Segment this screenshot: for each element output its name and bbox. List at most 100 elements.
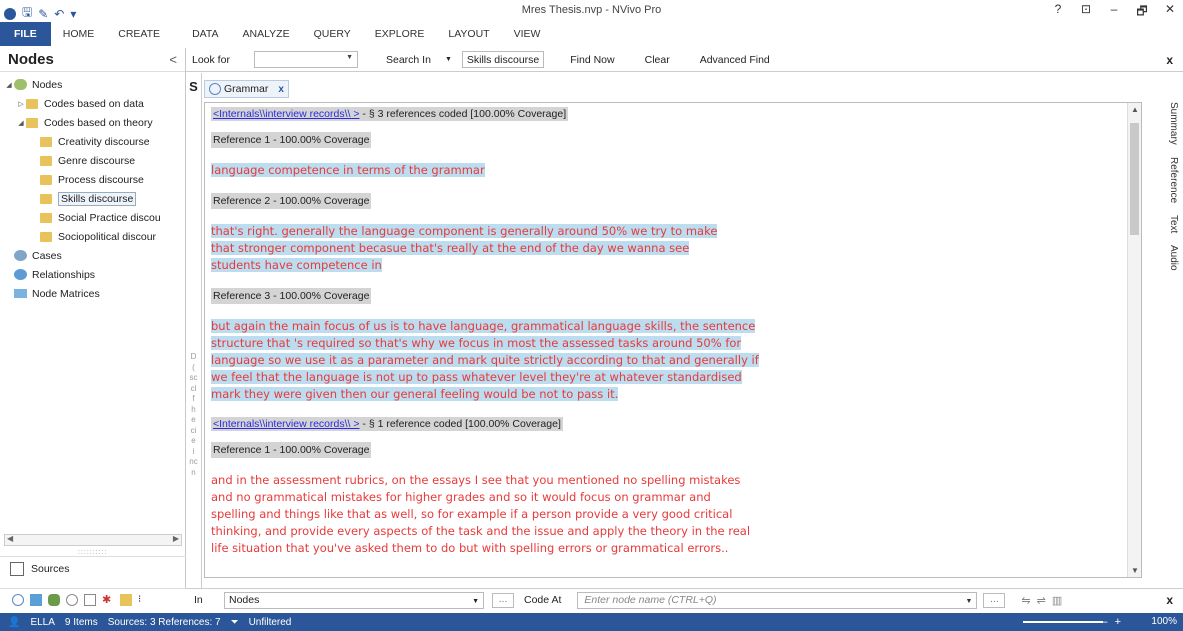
dropdown-arrow-icon[interactable]: ▼ bbox=[965, 594, 972, 609]
content-vertical-scrollbar[interactable]: ▲ ▼ bbox=[1127, 103, 1141, 577]
dropdown-arrow-icon[interactable]: ▼ bbox=[346, 54, 353, 61]
close-find-bar-button[interactable]: x bbox=[1166, 53, 1173, 67]
source-link[interactable]: <Internals\\interview records\\ > bbox=[213, 108, 359, 120]
tab-file[interactable]: FILE bbox=[0, 22, 51, 46]
more-icon[interactable]: ⁝ bbox=[138, 594, 150, 606]
zoom-controls[interactable]: – + bbox=[1101, 616, 1123, 628]
filter-icon[interactable]: ⏷ bbox=[231, 617, 239, 628]
report-icon[interactable] bbox=[84, 594, 96, 606]
tree-item-codes-based-on-data[interactable]: ▷ Codes based on data bbox=[0, 94, 185, 113]
tab-summary[interactable]: Summary bbox=[1168, 102, 1179, 145]
snowflake-icon[interactable]: ✱ bbox=[102, 594, 114, 606]
query-icon[interactable] bbox=[66, 594, 78, 606]
coded-text: and in the assessment rubrics, on the es… bbox=[211, 473, 751, 555]
scroll-down-icon[interactable]: ▼ bbox=[1131, 566, 1139, 575]
detail-tab-grammar[interactable]: Grammar x bbox=[204, 80, 289, 98]
scroll-left-icon[interactable]: ◀ bbox=[7, 534, 13, 543]
zoom-level: 100% bbox=[1151, 616, 1177, 627]
list-column-header[interactable]: S bbox=[186, 79, 201, 94]
tab-query[interactable]: QUERY bbox=[302, 22, 363, 46]
sources-icon bbox=[10, 561, 24, 576]
grid-icon[interactable] bbox=[30, 594, 42, 606]
coded-passage[interactable]: language competence in terms of the gram… bbox=[211, 162, 1131, 179]
save-icon[interactable]: 🖫 bbox=[22, 3, 32, 24]
tab-explore[interactable]: EXPLORE bbox=[363, 22, 437, 46]
tab-data[interactable]: DATA bbox=[180, 22, 230, 46]
minimize-button[interactable]: – bbox=[1107, 2, 1121, 23]
tab-home[interactable]: HOME bbox=[51, 22, 107, 46]
tree-item-creativity-discourse[interactable]: Creativity discourse bbox=[0, 132, 185, 151]
scroll-up-icon[interactable]: ▲ bbox=[1131, 105, 1139, 114]
nav-quick-icons: ✱ ⁝ bbox=[0, 588, 186, 611]
restore-button[interactable]: 🗗 bbox=[1135, 2, 1149, 23]
tab-reference[interactable]: Reference bbox=[1168, 157, 1179, 203]
browse-in-button[interactable]: ... bbox=[492, 592, 514, 608]
code-icon[interactable]: ⇋ bbox=[1021, 594, 1030, 607]
close-tab-icon[interactable]: x bbox=[278, 84, 284, 95]
edit-icon[interactable]: ✎ bbox=[38, 7, 48, 21]
tree-item-genre-discourse[interactable]: Genre discourse bbox=[0, 151, 185, 170]
nodes-icon bbox=[14, 79, 27, 90]
leaf-icon[interactable] bbox=[48, 594, 60, 606]
coding-bar: In Nodes ▼ ... Code At Enter node name (C… bbox=[186, 588, 1183, 611]
tree-item-skills-discourse[interactable]: Skills discourse bbox=[0, 189, 185, 208]
in-nodes-select[interactable]: Nodes ▼ bbox=[224, 591, 484, 609]
coded-passage[interactable]: and in the assessment rubrics, on the es… bbox=[211, 472, 751, 557]
source-summary: - § 3 references coded [100.00% Coverage… bbox=[362, 108, 567, 120]
tree-item-codes-based-on-theory[interactable]: ◢ Codes based on theory bbox=[0, 113, 185, 132]
tree-item-process-discourse[interactable]: Process discourse bbox=[0, 170, 185, 189]
undo-icon[interactable]: ↶ bbox=[54, 7, 64, 21]
nav-resize-grip[interactable]: :::::::::: bbox=[78, 549, 107, 556]
tab-audio[interactable]: Audio bbox=[1168, 245, 1179, 271]
expand-icon[interactable]: ◢ bbox=[16, 119, 26, 127]
tree-item-relationships[interactable]: Relationships bbox=[0, 265, 185, 284]
zoom-slider[interactable] bbox=[1023, 621, 1103, 623]
tab-text[interactable]: Text bbox=[1168, 215, 1179, 233]
tab-create[interactable]: CREATE bbox=[106, 22, 172, 46]
expand-icon[interactable]: ◢ bbox=[4, 81, 14, 89]
filter-status[interactable]: Unfiltered bbox=[249, 617, 292, 628]
tree-item-sociopolitical-discourse[interactable]: Sociopolitical discour bbox=[0, 227, 185, 246]
search-in-dropdown-icon[interactable]: ▼ bbox=[445, 56, 452, 63]
tab-layout[interactable]: LAYOUT bbox=[436, 22, 501, 46]
dropdown-arrow-icon[interactable]: ▼ bbox=[472, 594, 479, 609]
node-name-input[interactable]: Enter node name (CTRL+Q) ▼ bbox=[577, 591, 978, 609]
highlight-icon[interactable]: ▥ bbox=[1052, 594, 1062, 607]
tree-item-cases[interactable]: Cases bbox=[0, 246, 185, 265]
scrollbar-thumb[interactable] bbox=[1130, 123, 1139, 235]
ribbon-display-button[interactable]: ⊡ bbox=[1079, 2, 1093, 23]
scroll-right-icon[interactable]: ▶ bbox=[173, 534, 179, 543]
nav-sources-button[interactable]: Sources bbox=[0, 556, 186, 580]
coded-passage[interactable]: that's right. generally the language com… bbox=[211, 223, 741, 274]
tree-item-label: Process discourse bbox=[58, 173, 144, 186]
collapse-nav-icon[interactable]: < bbox=[169, 52, 177, 67]
coded-passage[interactable]: but again the main focus of us is to hav… bbox=[211, 318, 759, 403]
expand-icon[interactable]: ▷ bbox=[16, 100, 26, 108]
tree-item-node-matrices[interactable]: Node Matrices bbox=[0, 284, 185, 303]
tab-view[interactable]: VIEW bbox=[502, 22, 553, 46]
customize-qat-icon[interactable]: ▾ bbox=[70, 7, 76, 21]
tab-analyze[interactable]: ANALYZE bbox=[231, 22, 302, 46]
folder-icon bbox=[40, 231, 52, 242]
find-now-button[interactable]: Find Now bbox=[570, 54, 614, 66]
browse-code-button[interactable]: ... bbox=[983, 592, 1006, 608]
source-link[interactable]: <Internals\\interview records\\ > bbox=[213, 418, 359, 430]
close-window-button[interactable]: ✕ bbox=[1163, 2, 1177, 23]
node-circle-icon[interactable] bbox=[12, 594, 24, 606]
advanced-find-button[interactable]: Advanced Find bbox=[700, 54, 770, 66]
look-for-input[interactable]: ▼ bbox=[254, 51, 358, 68]
tree-item-social-practice-discourse[interactable]: Social Practice discou bbox=[0, 208, 185, 227]
matrices-icon bbox=[14, 289, 27, 298]
source-summary: - § 1 reference coded [100.00% Coverage] bbox=[362, 418, 561, 430]
search-in-value[interactable]: Skills discourse bbox=[461, 51, 545, 68]
tree-item-nodes[interactable]: ◢ Nodes bbox=[0, 75, 185, 94]
folder-icon[interactable] bbox=[120, 594, 132, 606]
help-button[interactable]: ? bbox=[1051, 2, 1065, 23]
search-in-label[interactable]: Search In bbox=[386, 54, 431, 66]
close-coding-bar-button[interactable]: x bbox=[1166, 593, 1173, 607]
clear-button[interactable]: Clear bbox=[645, 54, 670, 66]
uncode-icon[interactable]: ⇌ bbox=[1037, 594, 1046, 607]
nav-horizontal-scrollbar[interactable]: ◀ ▶ bbox=[4, 534, 182, 546]
coded-content-view[interactable]: <Internals\\interview records\\ > - § 3 … bbox=[204, 102, 1142, 578]
look-for-label: Look for bbox=[192, 53, 230, 66]
